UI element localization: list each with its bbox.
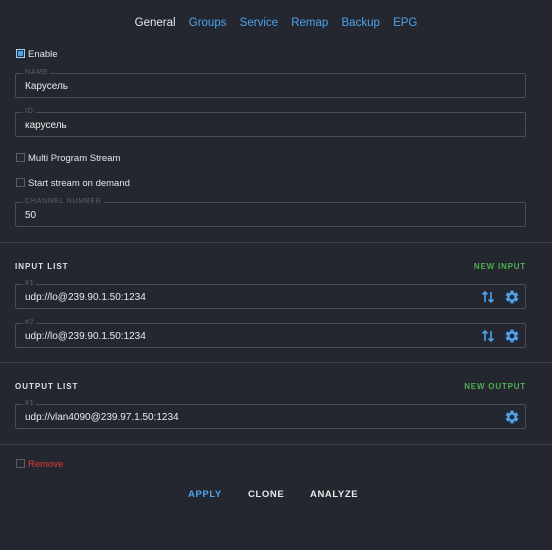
- multi-program-label: Multi Program Stream: [28, 153, 121, 164]
- divider: [0, 444, 552, 445]
- output-item-label: #1: [23, 399, 37, 409]
- analyze-button[interactable]: ANALYZE: [310, 489, 358, 500]
- enable-checkbox[interactable]: [16, 49, 25, 58]
- input-list-title: INPUT LIST: [15, 262, 69, 271]
- name-field[interactable]: NAME Карусель: [15, 68, 526, 98]
- gear-icon[interactable]: [504, 409, 520, 425]
- input-item-value: udp://lo@239.90.1.50:1234: [25, 292, 146, 303]
- id-field-value: карусель: [25, 120, 67, 131]
- id-field[interactable]: ID карусель: [15, 107, 526, 137]
- divider: [0, 362, 552, 363]
- new-input-button[interactable]: NEW INPUT: [474, 262, 526, 271]
- new-output-button[interactable]: NEW OUTPUT: [464, 382, 526, 391]
- input-item-label: #2: [23, 318, 37, 328]
- remove-checkbox[interactable]: [16, 459, 25, 468]
- divider: [0, 242, 552, 243]
- output-item[interactable]: #1 udp://vlan4090@239.97.1.50:1234: [15, 399, 526, 429]
- tab-remap[interactable]: Remap: [291, 17, 328, 29]
- name-field-value: Карусель: [25, 81, 68, 92]
- clone-button[interactable]: CLONE: [248, 489, 284, 500]
- output-list-title: OUTPUT LIST: [15, 382, 79, 391]
- input-item-label: #1: [23, 279, 37, 289]
- tab-backup[interactable]: Backup: [342, 17, 380, 29]
- channel-number-label: CHANNEL NUMBER: [23, 197, 104, 207]
- output-item-value: udp://vlan4090@239.97.1.50:1234: [25, 412, 179, 423]
- input-item[interactable]: #1 udp://lo@239.90.1.50:1234: [15, 279, 526, 309]
- tab-epg[interactable]: EPG: [393, 17, 417, 29]
- gear-icon[interactable]: [504, 289, 520, 305]
- tab-service[interactable]: Service: [240, 17, 278, 29]
- enable-label: Enable: [28, 49, 58, 60]
- multi-program-checkbox[interactable]: [16, 153, 25, 162]
- tab-groups[interactable]: Groups: [189, 17, 227, 29]
- input-item-value: udp://lo@239.90.1.50:1234: [25, 331, 146, 342]
- reorder-icon[interactable]: [480, 289, 496, 305]
- tab-general[interactable]: General: [135, 17, 176, 29]
- input-item[interactable]: #2 udp://lo@239.90.1.50:1234: [15, 318, 526, 348]
- name-field-label: NAME: [23, 68, 51, 78]
- gear-icon[interactable]: [504, 328, 520, 344]
- remove-label: Remove: [28, 459, 64, 470]
- channel-number-field[interactable]: CHANNEL NUMBER 50: [15, 197, 526, 227]
- reorder-icon[interactable]: [480, 328, 496, 344]
- start-on-demand-label: Start stream on demand: [28, 178, 130, 189]
- id-field-label: ID: [23, 107, 36, 117]
- start-on-demand-checkbox[interactable]: [16, 178, 25, 187]
- apply-button[interactable]: APPLY: [188, 489, 222, 500]
- channel-number-value: 50: [25, 210, 37, 221]
- tab-bar: General Groups Service Remap Backup EPG: [0, 17, 552, 29]
